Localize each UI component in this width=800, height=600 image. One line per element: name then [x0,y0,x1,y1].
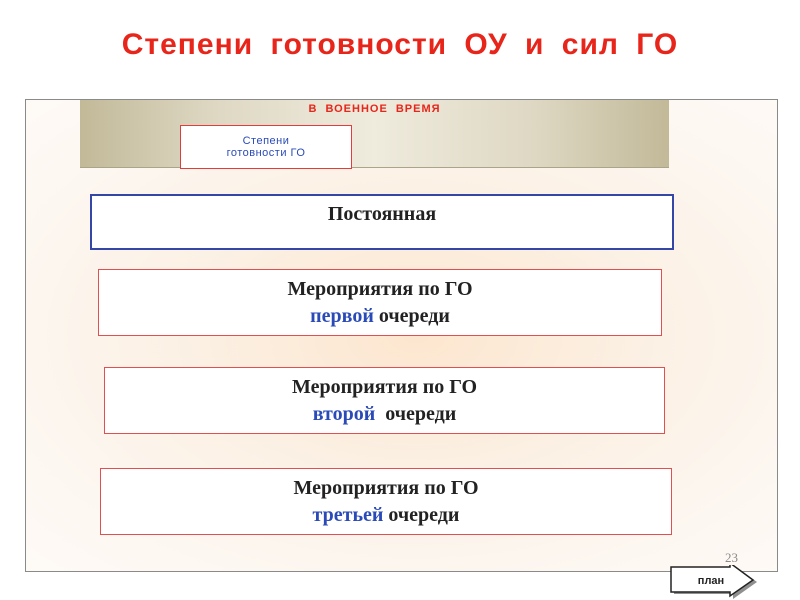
measures-third-accent: третьей [312,503,384,526]
plan-button[interactable]: план [669,565,759,600]
measures-third-line1: Мероприятия по ГО [293,476,479,499]
page-number: 23 [725,550,738,565]
measures-third-line2: третьей очереди [313,502,460,529]
wartime-label: В ВОЕННОЕ ВРЕМЯ [308,103,441,115]
readiness-degrees-box: Степени готовности ГО [180,125,352,169]
measures-third-box: Мероприятия по ГО третьей очереди [100,468,672,535]
constant-readiness-box: Постоянная [90,194,674,250]
measures-first-accent: первой [310,304,374,327]
measures-second-rest: очереди [375,402,457,425]
measures-first-line1: Мероприятия по ГО [287,277,473,300]
measures-second-line2: второй очереди [313,401,457,428]
readiness-degrees-line2: готовности ГО [226,147,306,159]
measures-second-box: Мероприятия по ГО второй очереди [104,367,665,434]
measures-second-accent: второй [312,402,376,425]
constant-readiness-label: Постоянная [327,203,437,225]
readiness-degrees-line1: Степени [242,135,290,147]
plan-label: план [697,575,725,587]
measures-third-rest: очереди [383,503,460,526]
measures-first-rest: очереди [373,304,450,327]
measures-first-box: Мероприятия по ГО первой очереди [98,269,662,336]
measures-first-line2: первой очереди [310,303,450,330]
wartime-band: В ВОЕННОЕ ВРЕМЯ [80,100,669,168]
slide-title: Степени готовности ОУ и сил ГО [121,28,679,61]
measures-second-line1: Мероприятия по ГО [291,375,478,398]
